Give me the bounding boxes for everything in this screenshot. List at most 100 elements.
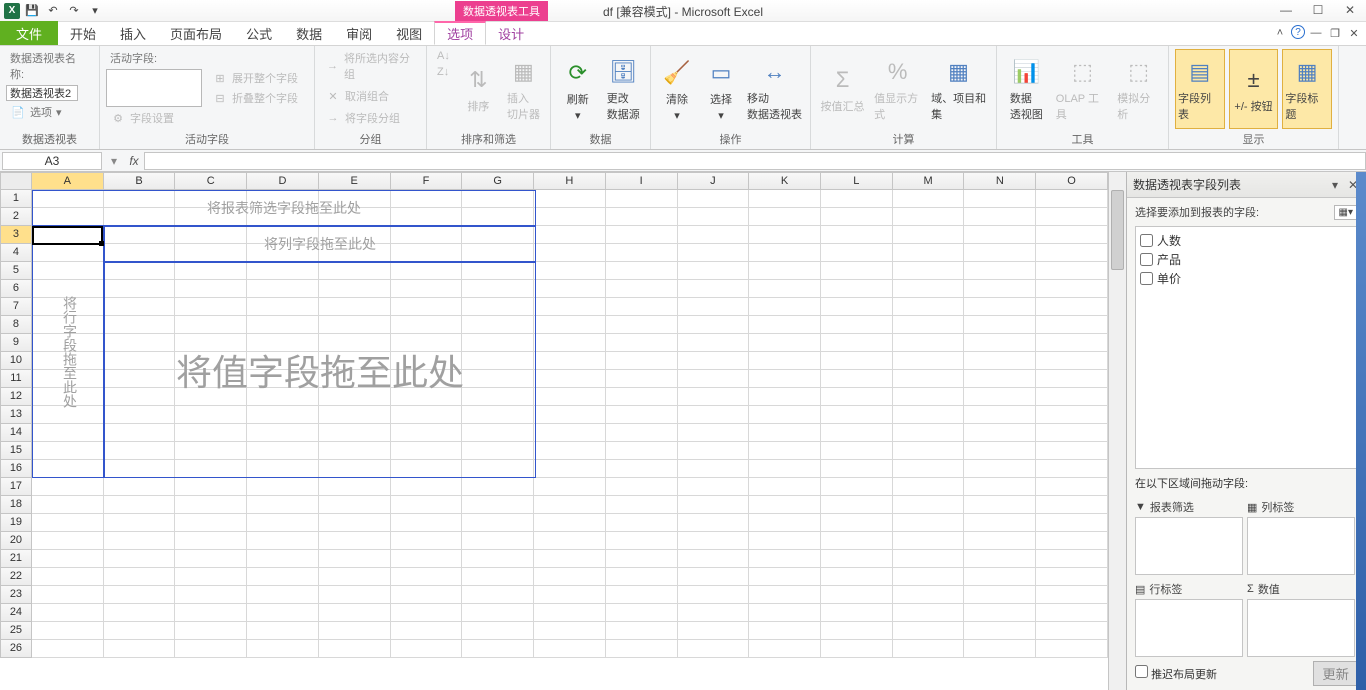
cell[interactable] [247,226,319,244]
cell[interactable] [821,442,893,460]
cell[interactable] [104,388,176,406]
group-field-button[interactable]: →将字段分组 [321,109,420,127]
cell[interactable] [964,604,1036,622]
cell[interactable] [247,514,319,532]
cell[interactable] [104,442,176,460]
cell[interactable] [749,388,821,406]
cell[interactable] [175,532,247,550]
cell[interactable] [821,298,893,316]
zone-cols-box[interactable] [1247,517,1355,575]
cell[interactable] [104,406,176,424]
cell[interactable] [319,406,391,424]
sort-button[interactable]: ⇅排序 [458,49,499,129]
cell[interactable] [749,316,821,334]
cell[interactable] [893,496,965,514]
cell[interactable] [391,352,463,370]
tab-file[interactable]: 文件 [0,21,58,45]
cell[interactable] [462,550,534,568]
cell[interactable] [175,370,247,388]
cell[interactable] [32,640,104,658]
cell[interactable] [678,478,750,496]
fieldlist-toggle[interactable]: ▤字段列表 [1175,49,1225,129]
cell[interactable] [104,622,176,640]
cell[interactable] [319,478,391,496]
cell[interactable] [893,532,965,550]
cell[interactable] [391,604,463,622]
cell[interactable] [893,226,965,244]
cell[interactable] [534,568,606,586]
cell[interactable] [1036,442,1108,460]
displaymode-button[interactable]: %值显示方式 [872,49,923,129]
cell[interactable] [319,532,391,550]
cell[interactable] [175,280,247,298]
defer-layout-checkbox[interactable]: 推迟布局更新 [1135,665,1217,682]
cell[interactable] [893,460,965,478]
cell[interactable] [319,352,391,370]
cell[interactable] [1036,622,1108,640]
row-header[interactable]: 19 [0,514,32,532]
help-icon[interactable]: ? [1291,25,1305,39]
cell[interactable] [964,334,1036,352]
row-header[interactable]: 20 [0,532,32,550]
col-header[interactable]: L [821,172,893,190]
cell[interactable] [247,532,319,550]
cell[interactable] [391,280,463,298]
ungroup-button[interactable]: ✕取消组合 [321,87,420,105]
cell[interactable] [964,478,1036,496]
tab-design[interactable]: 设计 [486,21,536,45]
cell[interactable] [678,460,750,478]
cell[interactable] [821,208,893,226]
cell[interactable] [104,550,176,568]
cell[interactable] [749,532,821,550]
cell[interactable] [319,568,391,586]
cell[interactable] [175,334,247,352]
cell[interactable] [749,568,821,586]
pivot-name-input[interactable] [6,85,78,101]
cell[interactable] [606,460,678,478]
cell[interactable] [678,586,750,604]
tab-review[interactable]: 审阅 [334,21,384,45]
cell[interactable] [821,532,893,550]
col-header[interactable]: C [175,172,247,190]
cell[interactable] [606,352,678,370]
field-settings-button[interactable]: ⚙字段设置 [106,109,308,127]
cell[interactable] [964,586,1036,604]
cell[interactable] [893,298,965,316]
row-header[interactable]: 1 [0,190,32,208]
row-header[interactable]: 23 [0,586,32,604]
field-checkbox[interactable] [1140,253,1153,266]
cell[interactable] [821,334,893,352]
cell[interactable] [462,190,534,208]
cell[interactable] [319,280,391,298]
cell[interactable] [175,478,247,496]
cell[interactable] [32,514,104,532]
cell[interactable] [821,424,893,442]
cell[interactable] [893,316,965,334]
cell[interactable] [462,370,534,388]
cell[interactable] [462,352,534,370]
cell[interactable] [462,622,534,640]
cell[interactable] [391,568,463,586]
scrollbar-thumb[interactable] [1111,190,1124,270]
tab-data[interactable]: 数据 [284,21,334,45]
cell[interactable] [462,298,534,316]
cell[interactable] [104,190,176,208]
cell[interactable] [534,298,606,316]
cell[interactable] [391,208,463,226]
cell[interactable] [821,406,893,424]
cell[interactable] [319,586,391,604]
cell[interactable] [175,262,247,280]
row-header[interactable]: 26 [0,640,32,658]
cell[interactable] [606,316,678,334]
cell[interactable] [606,388,678,406]
col-header[interactable]: O [1036,172,1108,190]
cell[interactable] [1036,478,1108,496]
row-header[interactable]: 22 [0,568,32,586]
cell[interactable] [606,334,678,352]
cell[interactable] [391,478,463,496]
cell[interactable] [462,532,534,550]
cell[interactable] [1036,262,1108,280]
cell[interactable] [319,316,391,334]
cell[interactable] [606,622,678,640]
cell[interactable] [175,406,247,424]
